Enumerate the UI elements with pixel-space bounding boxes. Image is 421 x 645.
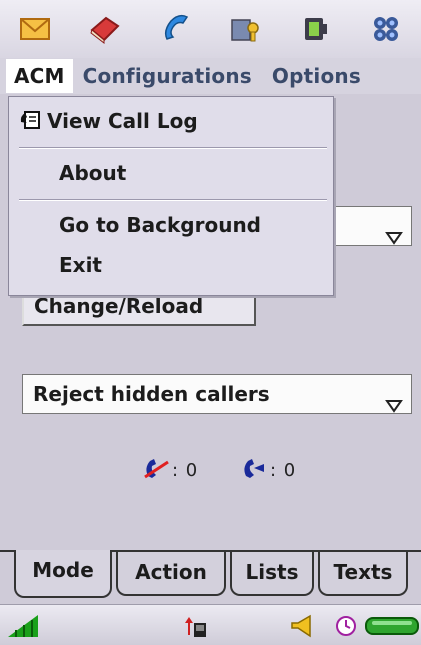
grid-icon[interactable]: [366, 9, 406, 49]
app-icon-bar: [0, 0, 421, 58]
accepted-count: 0: [283, 460, 296, 481]
rejected-call-icon: [142, 456, 170, 485]
volume-icon[interactable]: [290, 613, 314, 643]
action-select-value: Reject hidden callers: [33, 382, 270, 406]
signal-strength-icon: [6, 613, 40, 643]
acm-dropdown-menu: View Call Log About Go to Background Exi…: [8, 96, 334, 296]
tab-lists[interactable]: Lists: [230, 552, 314, 596]
menu-separator: [19, 147, 327, 149]
accepted-calls-stat: : 0: [240, 456, 295, 485]
rejected-count: 0: [185, 460, 198, 481]
call-log-icon: [19, 107, 41, 139]
tab-mode[interactable]: Mode: [14, 550, 112, 598]
chevron-down-icon: [385, 387, 403, 425]
tab-action[interactable]: Action: [116, 552, 226, 596]
rejected-calls-stat: : 0: [142, 456, 197, 485]
phone-icon[interactable]: [155, 9, 195, 49]
book-icon[interactable]: [85, 9, 125, 49]
menu-item-about[interactable]: About: [9, 157, 383, 189]
menu-item-view-call-log[interactable]: View Call Log: [9, 105, 343, 137]
status-bar: [0, 604, 421, 645]
action-select[interactable]: Reject hidden callers: [22, 374, 412, 414]
menu-item-go-to-background[interactable]: Go to Background: [9, 209, 383, 241]
chevron-down-icon: [385, 219, 403, 257]
menu-options[interactable]: Options: [262, 59, 371, 93]
menu-item-label: View Call Log: [47, 109, 198, 133]
menu-bar: ACM Configurations Options: [0, 58, 421, 94]
incoming-call-icon: [240, 456, 268, 485]
tab-texts[interactable]: Texts: [318, 552, 408, 596]
device-icon[interactable]: [296, 9, 336, 49]
alarm-clock-icon[interactable]: [334, 613, 358, 643]
menu-configurations[interactable]: Configurations: [73, 59, 262, 93]
key-icon[interactable]: [226, 9, 266, 49]
battery-icon: [364, 615, 420, 641]
mail-icon[interactable]: [15, 9, 55, 49]
menu-acm[interactable]: ACM: [6, 59, 73, 93]
menu-separator: [19, 199, 327, 201]
menu-item-exit[interactable]: Exit: [9, 249, 383, 281]
network-icon: [182, 613, 208, 643]
tab-bar: Mode Action Lists Texts: [0, 550, 421, 604]
